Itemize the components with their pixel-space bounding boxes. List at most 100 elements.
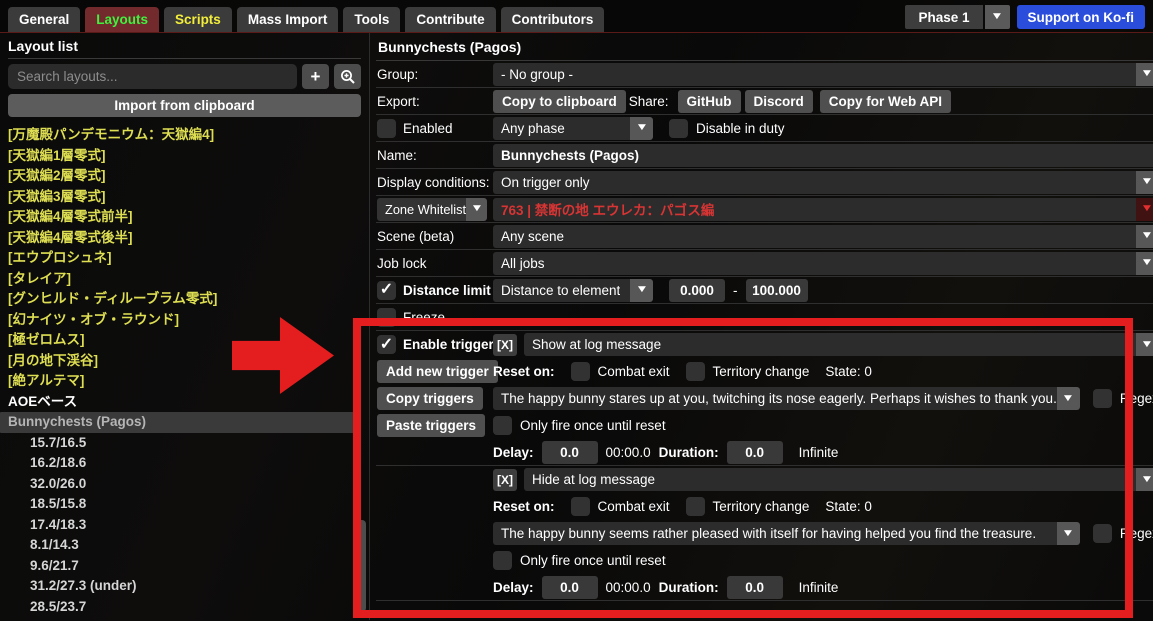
layout-item[interactable]: [天獄編4層零式後半] (8, 228, 361, 249)
tab-bar: General Layouts Scripts Mass Import Tool… (0, 0, 1153, 33)
layout-sub-item[interactable]: 18.5/15.8 (8, 494, 361, 515)
chevron-down-icon[interactable]: ▼ (630, 116, 653, 140)
delay-input[interactable] (541, 440, 598, 464)
layout-item-selected[interactable]: Bunnychests (Pagos) (0, 412, 357, 433)
name-input[interactable] (493, 143, 1153, 167)
layout-item[interactable]: [絶アルテマ] (8, 371, 361, 392)
delay-label: Delay: (493, 579, 534, 595)
copy-to-clipboard-button[interactable]: Copy to clipboard (493, 89, 626, 113)
phase-filter-select[interactable]: Any phase ▼ (493, 116, 653, 140)
territory-change-checkbox[interactable] (685, 497, 705, 516)
search-input[interactable] (8, 64, 297, 89)
trigger-type-select[interactable]: Show at log message ▼ (524, 333, 1153, 356)
regex-checkbox[interactable] (1092, 389, 1112, 408)
tab-mass-import[interactable]: Mass Import (236, 7, 339, 32)
layout-item-aoe-base[interactable]: AOEベース (8, 392, 361, 413)
distance-mode-select[interactable]: Distance to element ▼ (493, 278, 653, 302)
chevron-down-icon[interactable]: ▼ (984, 5, 1010, 29)
tab-contributors[interactable]: Contributors (500, 7, 605, 32)
layout-item[interactable]: [天獄編3層零式] (8, 187, 361, 208)
add-layout-button[interactable]: + (302, 64, 329, 89)
job-lock-select[interactable]: All jobs ▼ (493, 251, 1153, 275)
layout-sub-item[interactable]: 16.2/18.6 (8, 453, 361, 474)
chevron-down-icon[interactable]: ▼ (1135, 197, 1153, 221)
zoom-in-icon[interactable] (334, 64, 361, 89)
trigger-type-value: Hide at log message (532, 472, 656, 487)
chevron-down-icon[interactable]: ▼ (466, 197, 487, 221)
github-button[interactable]: GitHub (677, 89, 741, 113)
tab-layouts[interactable]: Layouts (85, 7, 160, 32)
delay-input[interactable] (541, 575, 598, 599)
distance-max-input[interactable] (745, 278, 808, 302)
zone-whitelist-select[interactable]: 763 | 禁断の地 エウレカ：パゴス編 ▼ (493, 197, 1153, 221)
distance-min-input[interactable] (669, 278, 725, 302)
combat-exit-checkbox[interactable] (570, 497, 590, 516)
layout-item[interactable]: [極ゼロムス] (8, 330, 361, 351)
chevron-glyph: ▼ (1061, 527, 1076, 539)
chevron-glyph: ▼ (1140, 203, 1153, 214)
chevron-down-icon[interactable]: ▼ (1135, 333, 1153, 356)
chevron-down-icon[interactable]: ▼ (630, 278, 653, 302)
combat-exit-checkbox[interactable] (570, 362, 590, 381)
fire-once-checkbox[interactable] (493, 416, 512, 435)
discord-button[interactable]: Discord (744, 89, 813, 113)
zone-mode-select[interactable]: Zone Whitelist ▼ (377, 197, 487, 221)
enable-triggers-checkbox[interactable]: ✓ (377, 335, 396, 354)
trigger-message-select[interactable]: The happy bunny stares up at you, twitch… (493, 387, 1080, 410)
chevron-down-icon[interactable]: ▼ (1135, 170, 1153, 194)
sidebar-scrollbar[interactable] (357, 520, 366, 612)
chevron-down-icon[interactable]: ▼ (1135, 468, 1153, 491)
layout-item[interactable]: [万魔殿パンデモニウム：天獄編4] (8, 125, 361, 146)
duration-input[interactable] (726, 440, 783, 464)
layout-sub-item[interactable]: 31.2/27.3 (under) (8, 576, 361, 597)
layout-item[interactable]: [幻ナイツ・オブ・ラウンド] (8, 310, 361, 331)
phase-select[interactable]: Phase 1 ▼ (905, 5, 1010, 29)
checkmark-icon: ✓ (379, 335, 394, 353)
combat-exit-label: Combat exit (597, 499, 670, 514)
trigger-tag-button[interactable]: [X] (493, 468, 517, 491)
trigger-tag-button[interactable]: [X] (493, 333, 517, 356)
chevron-down-icon[interactable]: ▼ (1056, 522, 1080, 545)
layout-sub-item[interactable]: 8.1/14.3 (8, 535, 361, 556)
layout-item[interactable]: [エウプロシュネ] (8, 248, 361, 269)
display-conditions-select[interactable]: On trigger only ▼ (493, 170, 1153, 194)
layout-item[interactable]: [天獄編2層零式] (8, 166, 361, 187)
kofi-support-button[interactable]: Support on Ko-fi (1016, 5, 1145, 29)
distance-limit-checkbox[interactable]: ✓ (377, 280, 396, 300)
tab-contribute[interactable]: Contribute (405, 7, 496, 32)
territory-change-checkbox[interactable] (685, 362, 705, 381)
copy-triggers-button[interactable]: Copy triggers (377, 387, 483, 410)
chevron-down-icon[interactable]: ▼ (1135, 251, 1153, 275)
chevron-down-icon[interactable]: ▼ (1135, 224, 1153, 248)
tab-scripts[interactable]: Scripts (164, 7, 232, 32)
copy-for-web-api-button[interactable]: Copy for Web API (819, 89, 952, 113)
layout-item[interactable]: [天獄編4層零式前半] (8, 207, 361, 228)
trigger-message-select[interactable]: The happy bunny seems rather pleased wit… (493, 522, 1080, 545)
duration-input[interactable] (726, 575, 783, 599)
chevron-down-icon[interactable]: ▼ (1135, 62, 1153, 86)
group-select[interactable]: - No group - ▼ (493, 62, 1153, 86)
tab-tools[interactable]: Tools (343, 7, 401, 32)
layout-sub-item[interactable]: 1.6/24.2 (8, 617, 361, 620)
freeze-checkbox[interactable] (377, 307, 396, 327)
chevron-down-icon[interactable]: ▼ (1056, 387, 1080, 410)
import-from-clipboard-button[interactable]: Import from clipboard (8, 94, 361, 117)
layout-sub-item[interactable]: 17.4/18.3 (8, 515, 361, 536)
enabled-checkbox[interactable] (377, 118, 396, 138)
layout-sub-item[interactable]: 28.5/23.7 (8, 597, 361, 618)
paste-triggers-button[interactable]: Paste triggers (377, 414, 486, 437)
add-new-trigger-button[interactable]: Add new trigger (377, 360, 498, 383)
layout-item[interactable]: [タレイア] (8, 269, 361, 290)
layout-sub-item[interactable]: 9.6/21.7 (8, 556, 361, 577)
regex-checkbox[interactable] (1092, 524, 1112, 543)
layout-item[interactable]: [グンヒルド・ディルーブラム零式] (8, 289, 361, 310)
layout-item[interactable]: [月の地下渓谷] (8, 351, 361, 372)
layout-sub-item[interactable]: 15.7/16.5 (8, 433, 361, 454)
layout-item[interactable]: [天獄編1層零式] (8, 146, 361, 167)
fire-once-checkbox[interactable] (493, 551, 512, 570)
scene-select[interactable]: Any scene ▼ (493, 224, 1153, 248)
tab-general[interactable]: General (8, 7, 81, 32)
trigger-type-select[interactable]: Hide at log message ▼ (524, 468, 1153, 491)
disable-in-duty-checkbox[interactable] (669, 118, 688, 138)
layout-sub-item[interactable]: 32.0/26.0 (8, 474, 361, 495)
